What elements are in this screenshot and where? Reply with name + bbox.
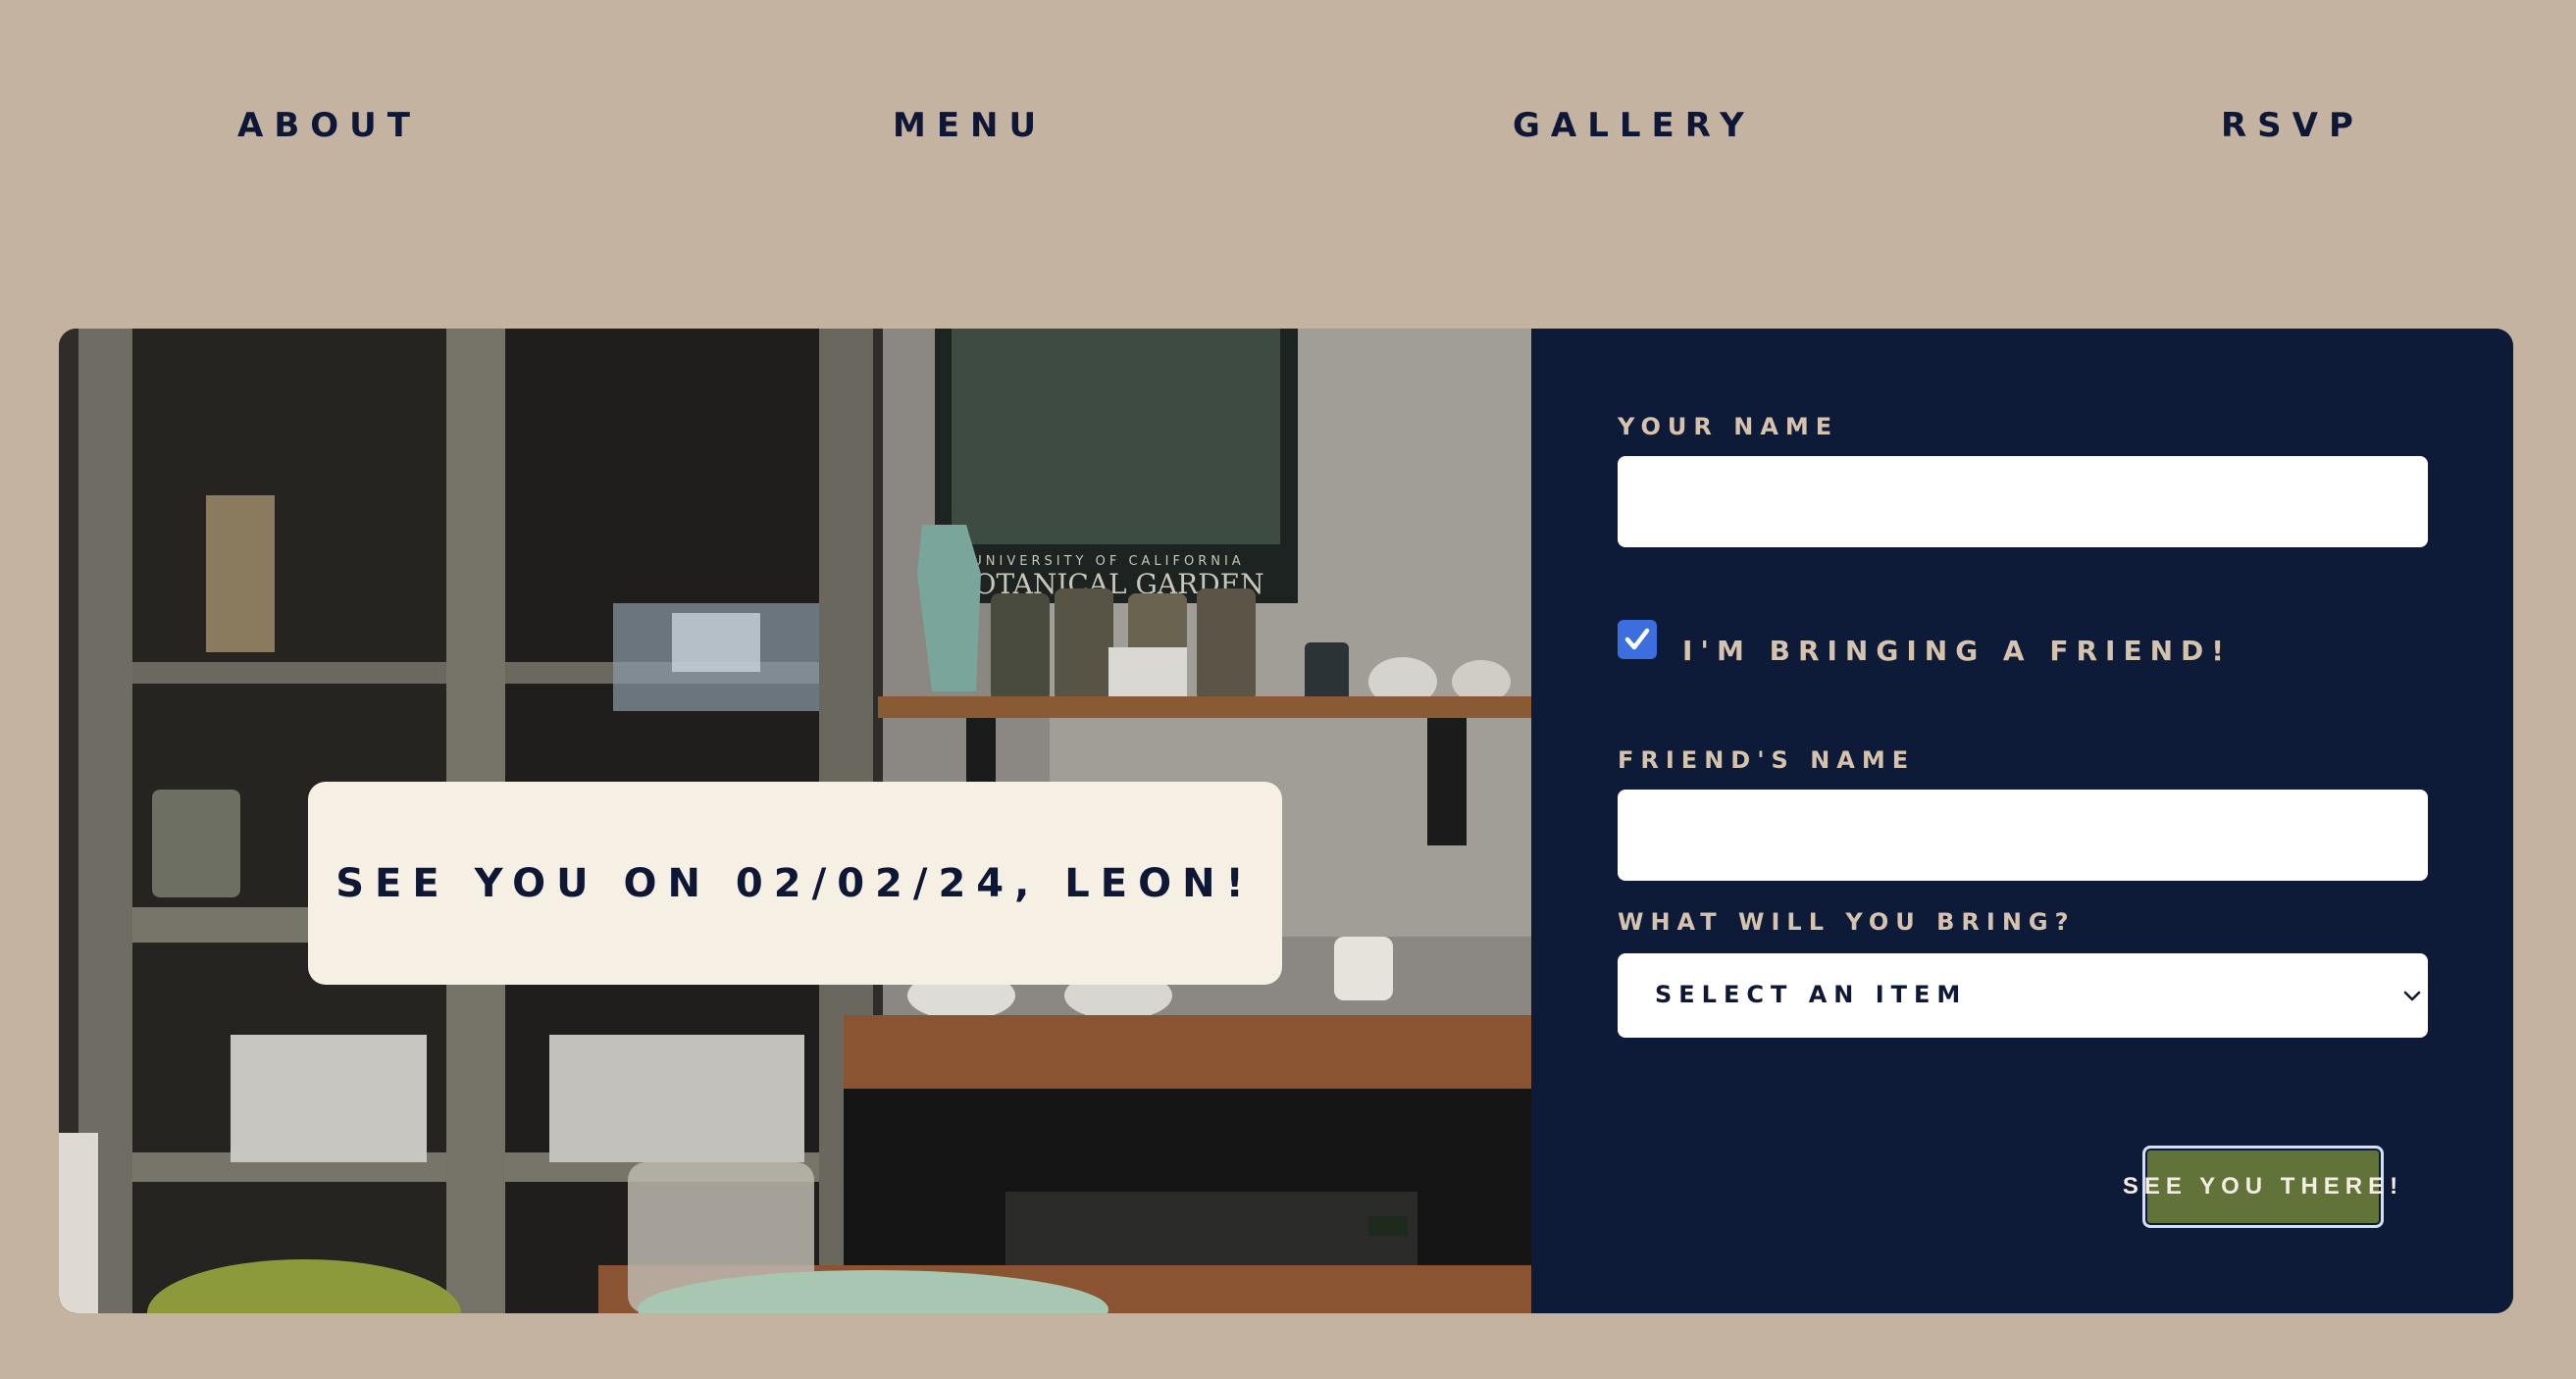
friends-name-label: FRIEND'S NAME (1618, 746, 1916, 774)
what-to-bring-label: WHAT WILL YOU BRING? (1618, 908, 2076, 936)
your-name-label: YOUR NAME (1618, 413, 1839, 440)
nav-gallery-link[interactable]: GALLERY (1513, 106, 1755, 145)
friends-name-input[interactable] (1618, 790, 2428, 881)
confirmation-banner: SEE YOU ON 02/02/24, LEON! (308, 782, 1282, 985)
rsvp-card: UNIVERSITY OF CALIFORNIA BOTANICAL GARDE… (59, 329, 2513, 1313)
nav-menu-link[interactable]: MENU (893, 106, 1047, 145)
checkmark-icon (1624, 628, 1650, 650)
top-navigation: ABOUT MENU GALLERY RSVP (0, 0, 2576, 255)
kitchen-photo: UNIVERSITY OF CALIFORNIA BOTANICAL GARDE… (59, 329, 1531, 1313)
your-name-input[interactable] (1618, 456, 2428, 547)
bring-friend-label[interactable]: I'M BRINGING A FRIEND! (1682, 635, 2232, 667)
poster-line1: UNIVERSITY OF CALIFORNIA (972, 554, 1244, 569)
submit-rsvp-button[interactable]: SEE YOU THERE! (2123, 1146, 2397, 1228)
nav-about-link[interactable]: ABOUT (237, 106, 421, 145)
confirmation-message: SEE YOU ON 02/02/24, LEON! (335, 860, 1255, 906)
rsvp-form: YOUR NAME I'M BRINGING A FRIEND! FRIEND'… (1531, 329, 2513, 1313)
bring-item-select[interactable]: SELECT AN ITEM (1618, 953, 2428, 1038)
bring-item-selected-value: SELECT AN ITEM (1655, 981, 1968, 1008)
bring-friend-checkbox[interactable] (1618, 620, 1657, 659)
chevron-down-icon (2403, 991, 2421, 1001)
nav-rsvp-link[interactable]: RSVP (2221, 106, 2364, 145)
